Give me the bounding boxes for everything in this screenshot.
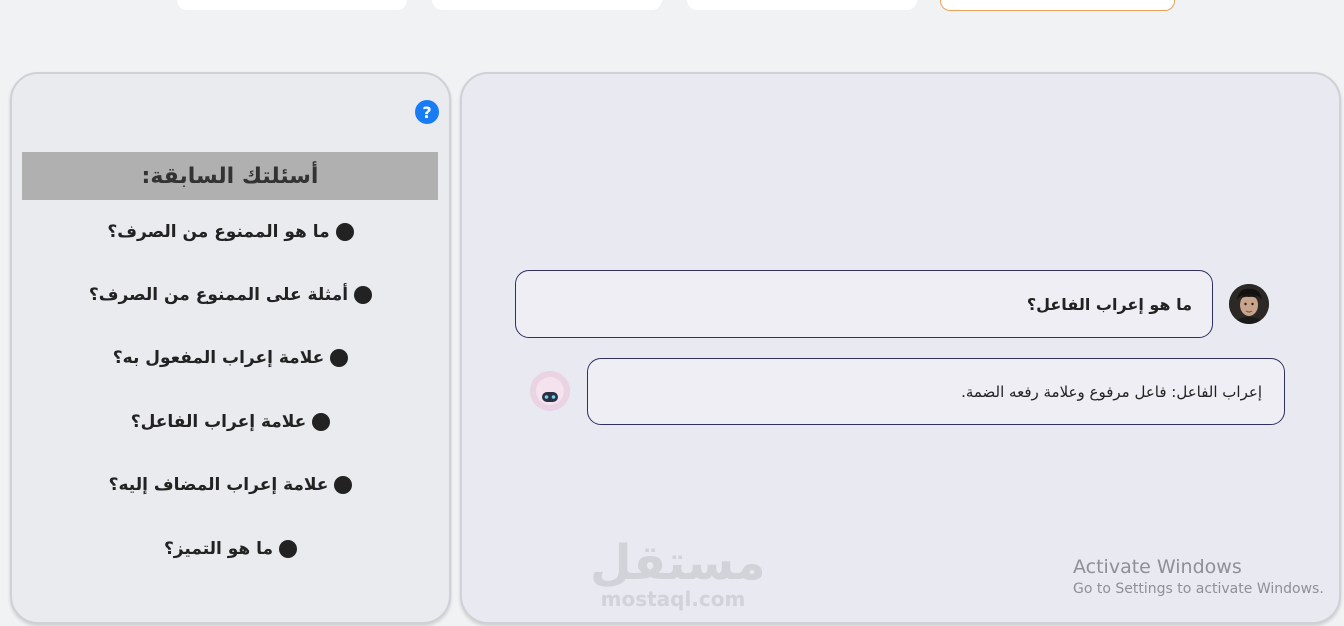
watermark-logo: مستقل mostaql.com [590, 535, 766, 611]
watermark-latin: mostaql.com [600, 587, 746, 611]
bullet-icon [279, 539, 298, 558]
history-list: ما هو الممنوع من الصرف؟ أمثلة على الممنو… [12, 200, 449, 580]
bot-message-bubble: إعراب الفاعل: فاعل مرفوع وعلامة رفعه الض… [587, 358, 1285, 425]
bullet-icon [354, 286, 373, 305]
history-item[interactable]: علامة إعراب المفعول به؟ [12, 327, 449, 390]
user-avatar [1229, 284, 1269, 324]
history-item[interactable]: ما هو التميز؟ [12, 517, 449, 580]
top-tab-3[interactable] [687, 0, 917, 10]
history-item-label: علامة إعراب المضاف إليه؟ [108, 475, 329, 496]
history-item-label: ما هو الممنوع من الصرف؟ [107, 221, 330, 242]
user-message-text: ما هو إعراب الفاعل؟ [1026, 294, 1192, 314]
activate-windows-overlay: Activate Windows Go to Settings to activ… [1073, 556, 1324, 599]
history-item-label: علامة إعراب المفعول به؟ [112, 348, 325, 369]
bullet-icon [334, 476, 353, 495]
bullet-icon [330, 349, 349, 368]
activate-windows-subtitle: Go to Settings to activate Windows. [1073, 581, 1324, 597]
history-header: أسئلتك السابقة: [22, 152, 438, 200]
top-tab-2[interactable] [432, 0, 662, 10]
history-item[interactable]: علامة إعراب الفاعل؟ [12, 390, 449, 453]
bullet-icon [335, 222, 354, 241]
activate-windows-title: Activate Windows [1073, 556, 1242, 578]
history-item-label: علامة إعراب الفاعل؟ [130, 411, 307, 432]
top-tab-active[interactable] [940, 0, 1175, 11]
help-icon[interactable]: ? [415, 100, 439, 124]
history-item[interactable]: علامة إعراب المضاف إليه؟ [12, 454, 449, 517]
history-item[interactable]: أمثلة على الممنوع من الصرف؟ [12, 263, 449, 326]
top-tab-1[interactable] [177, 0, 407, 10]
history-item-label: ما هو التميز؟ [163, 538, 274, 559]
history-item[interactable]: ما هو الممنوع من الصرف؟ [12, 200, 449, 263]
bot-avatar [530, 371, 570, 411]
history-item-label: أمثلة على الممنوع من الصرف؟ [88, 285, 349, 306]
history-panel: ? أسئلتك السابقة: ما هو الممنوع من الصرف… [10, 72, 451, 624]
bullet-icon [312, 412, 331, 431]
watermark-arabic: مستقل [590, 535, 766, 591]
user-message-bubble: ما هو إعراب الفاعل؟ [515, 270, 1213, 338]
bot-message-text: إعراب الفاعل: فاعل مرفوع وعلامة رفعه الض… [961, 382, 1262, 401]
